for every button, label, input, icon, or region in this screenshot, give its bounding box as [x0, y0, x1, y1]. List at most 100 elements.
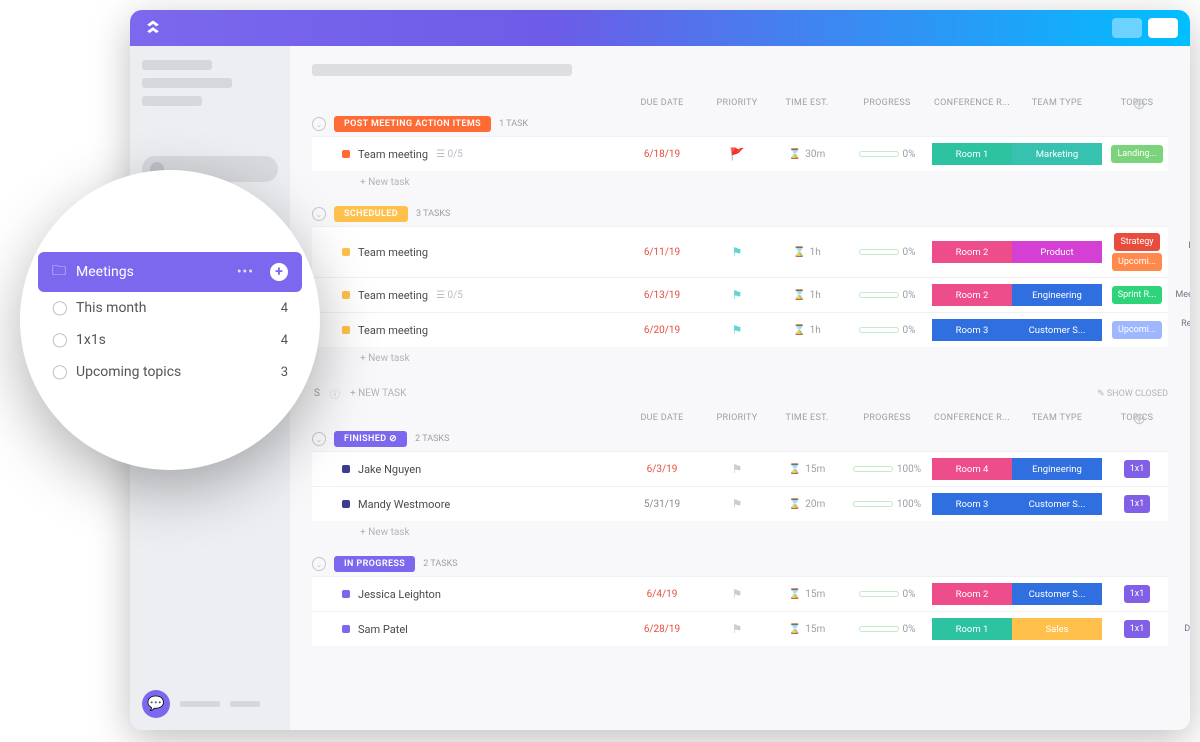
priority-flag-icon[interactable]: ⚑: [702, 587, 772, 601]
progress[interactable]: 0%: [842, 290, 932, 301]
conference-room-tag[interactable]: Room 2: [932, 241, 1012, 263]
time-estimate[interactable]: ⌛15m: [772, 589, 842, 600]
topbar-button[interactable]: [1112, 18, 1142, 38]
topic-tag[interactable]: 1x1: [1124, 620, 1151, 638]
chevron-down-icon[interactable]: ⌄: [312, 207, 326, 221]
sidebar-item[interactable]: ◯ 1x1s 4: [38, 324, 302, 356]
conference-room-tag[interactable]: Room 3: [932, 319, 1012, 341]
conference-room-tag[interactable]: Room 3: [932, 493, 1012, 515]
conference-room-tag[interactable]: Room 1: [932, 618, 1012, 640]
task-row[interactable]: Team meeting 6/11/19 ⚑ ⌛1h 0% Room 2 Pro…: [312, 226, 1168, 277]
time-estimate[interactable]: ⌛1h: [772, 247, 842, 258]
team-type-tag[interactable]: Customer S...: [1012, 319, 1102, 341]
progress[interactable]: 100%: [842, 499, 932, 510]
due-date[interactable]: 6/28/19: [622, 624, 702, 635]
team-type-tag[interactable]: Sales: [1012, 618, 1102, 640]
task-row[interactable]: Sam Patel 6/28/19 ⚑ ⌛15m 0% Room 1 Sales…: [312, 611, 1168, 646]
new-task-link[interactable]: + New task: [312, 347, 1168, 366]
conference-room-tag[interactable]: Room 2: [932, 583, 1012, 605]
add-column-icon[interactable]: ⊕: [1133, 409, 1146, 428]
task-row[interactable]: Team meeting 6/20/19 ⚑ ⌛1h 0% Room 3 Cus…: [312, 312, 1168, 347]
task-row[interactable]: Jake Nguyen 6/3/19 ⚑ ⌛15m 100% Room 4 En…: [312, 451, 1168, 486]
time-estimate[interactable]: ⌛20m: [772, 499, 842, 510]
new-task-link[interactable]: + New task: [312, 521, 1168, 540]
conference-room-tag[interactable]: Room 1: [932, 143, 1012, 165]
topic-tag[interactable]: 1x1: [1124, 585, 1151, 603]
task-row[interactable]: Jessica Leighton 6/4/19 ⚑ ⌛15m 0% Room 2…: [312, 576, 1168, 611]
more-icon[interactable]: •••: [237, 264, 254, 280]
notes-cell[interactable]: Discuss Pepsi deal: [1172, 624, 1190, 635]
progress[interactable]: 0%: [842, 589, 932, 600]
time-estimate[interactable]: ⌛15m: [772, 624, 842, 635]
priority-flag-icon[interactable]: 🚩: [702, 147, 772, 161]
priority-flag-icon[interactable]: ⚑: [702, 245, 772, 259]
conference-room-tag[interactable]: Room 4: [932, 458, 1012, 480]
due-date[interactable]: 6/13/19: [622, 290, 702, 301]
chat-icon[interactable]: 💬: [142, 690, 170, 718]
priority-flag-icon[interactable]: ⚑: [702, 497, 772, 511]
chevron-down-icon[interactable]: ⌄: [312, 117, 326, 131]
due-date[interactable]: 6/18/19: [622, 149, 702, 160]
group-header[interactable]: ⌄ IN PROGRESS 2 TASKS: [312, 554, 1168, 576]
chevron-down-icon[interactable]: ⌄: [312, 557, 326, 571]
priority-flag-icon[interactable]: ⚑: [702, 622, 772, 636]
notes-cell[interactable]: Meeting will start late...: [1172, 290, 1190, 301]
status-pill[interactable]: SCHEDULED: [334, 206, 408, 222]
new-task-link[interactable]: + New task: [312, 171, 1168, 190]
team-type-tag[interactable]: Customer S...: [1012, 493, 1102, 515]
topic-tag[interactable]: Upcomi...: [1112, 253, 1162, 271]
new-task-link[interactable]: + NEW TASK: [350, 388, 406, 399]
show-closed-link[interactable]: ✎ SHOW CLOSED: [1097, 389, 1168, 399]
sidebar-item-meetings[interactable]: 🗀 Meetings ••• +: [38, 252, 302, 292]
time-estimate[interactable]: ⌛1h: [772, 325, 842, 336]
sidebar-item[interactable]: ◯ Upcoming topics 3: [38, 356, 302, 388]
priority-flag-icon[interactable]: ⚑: [702, 323, 772, 337]
topic-tag[interactable]: 1x1: [1124, 495, 1151, 513]
notes-cell[interactable]: Remember to record this...: [1172, 319, 1190, 341]
time-estimate[interactable]: ⌛15m: [772, 464, 842, 475]
task-row[interactable]: Mandy Westmoore 5/31/19 ⚑ ⌛20m 100% Room…: [312, 486, 1168, 521]
topic-tag[interactable]: Upcomi...: [1112, 321, 1162, 339]
status-pill[interactable]: IN PROGRESS: [334, 556, 415, 572]
topbar-button[interactable]: [1148, 18, 1178, 38]
team-type-tag[interactable]: Customer S...: [1012, 583, 1102, 605]
progress[interactable]: 0%: [842, 149, 932, 160]
add-column-icon[interactable]: ⊕: [1133, 94, 1146, 113]
due-date[interactable]: 5/31/19: [622, 499, 702, 510]
progress[interactable]: 0%: [842, 624, 932, 635]
status-pill[interactable]: FINISHED ⊘: [334, 431, 407, 447]
topic-tag[interactable]: Strategy: [1114, 233, 1159, 251]
team-type-tag[interactable]: Marketing: [1012, 143, 1102, 165]
chevron-down-icon[interactable]: ⌄: [312, 432, 326, 446]
topic-tag[interactable]: Landing...: [1111, 145, 1162, 163]
team-type-tag[interactable]: Engineering: [1012, 284, 1102, 306]
progress[interactable]: 0%: [842, 325, 932, 336]
group-header[interactable]: ⌄ FINISHED ⊘ 2 TASKS: [312, 429, 1168, 451]
due-date[interactable]: 6/11/19: [622, 247, 702, 258]
add-icon[interactable]: +: [270, 263, 288, 281]
time-estimate[interactable]: ⌛30m: [772, 149, 842, 160]
conference-room-tag[interactable]: Room 2: [932, 284, 1012, 306]
priority-flag-icon[interactable]: ⚑: [702, 288, 772, 302]
priority-flag-icon[interactable]: ⚑: [702, 462, 772, 476]
notes-cell[interactable]: 6 month re-view: [1172, 464, 1190, 475]
notes-cell[interactable]: Record this!: [1172, 149, 1190, 160]
team-type-tag[interactable]: Engineering: [1012, 458, 1102, 480]
notes-cell[interactable]: Bring samples to meeting: [1172, 241, 1190, 263]
status-pill[interactable]: POST MEETING ACTION ITEMS: [334, 116, 491, 132]
task-row[interactable]: Team meeting ☰ 0/5 6/13/19 ⚑ ⌛1h 0% Room…: [312, 277, 1168, 312]
team-type-tag[interactable]: Product: [1012, 241, 1102, 263]
task-row[interactable]: Team meeting ☰ 0/5 6/18/19 🚩 ⌛30m 0% Roo…: [312, 136, 1168, 171]
sidebar-item[interactable]: ◯ This month 4: [38, 292, 302, 324]
due-date[interactable]: 6/4/19: [622, 589, 702, 600]
due-date[interactable]: 6/20/19: [622, 325, 702, 336]
notes-cell[interactable]: 6 month re-view: [1172, 499, 1190, 510]
topic-tag[interactable]: 1x1: [1124, 460, 1151, 478]
progress[interactable]: 0%: [842, 247, 932, 258]
progress[interactable]: 100%: [842, 464, 932, 475]
time-estimate[interactable]: ⌛1h: [772, 290, 842, 301]
notes-cell[interactable]: Discuss leave of absence: [1172, 583, 1190, 605]
group-header[interactable]: ⌄ SCHEDULED 3 TASKS: [312, 204, 1168, 226]
topic-tag[interactable]: Sprint R...: [1112, 286, 1162, 304]
app-logo-icon[interactable]: [142, 17, 164, 39]
